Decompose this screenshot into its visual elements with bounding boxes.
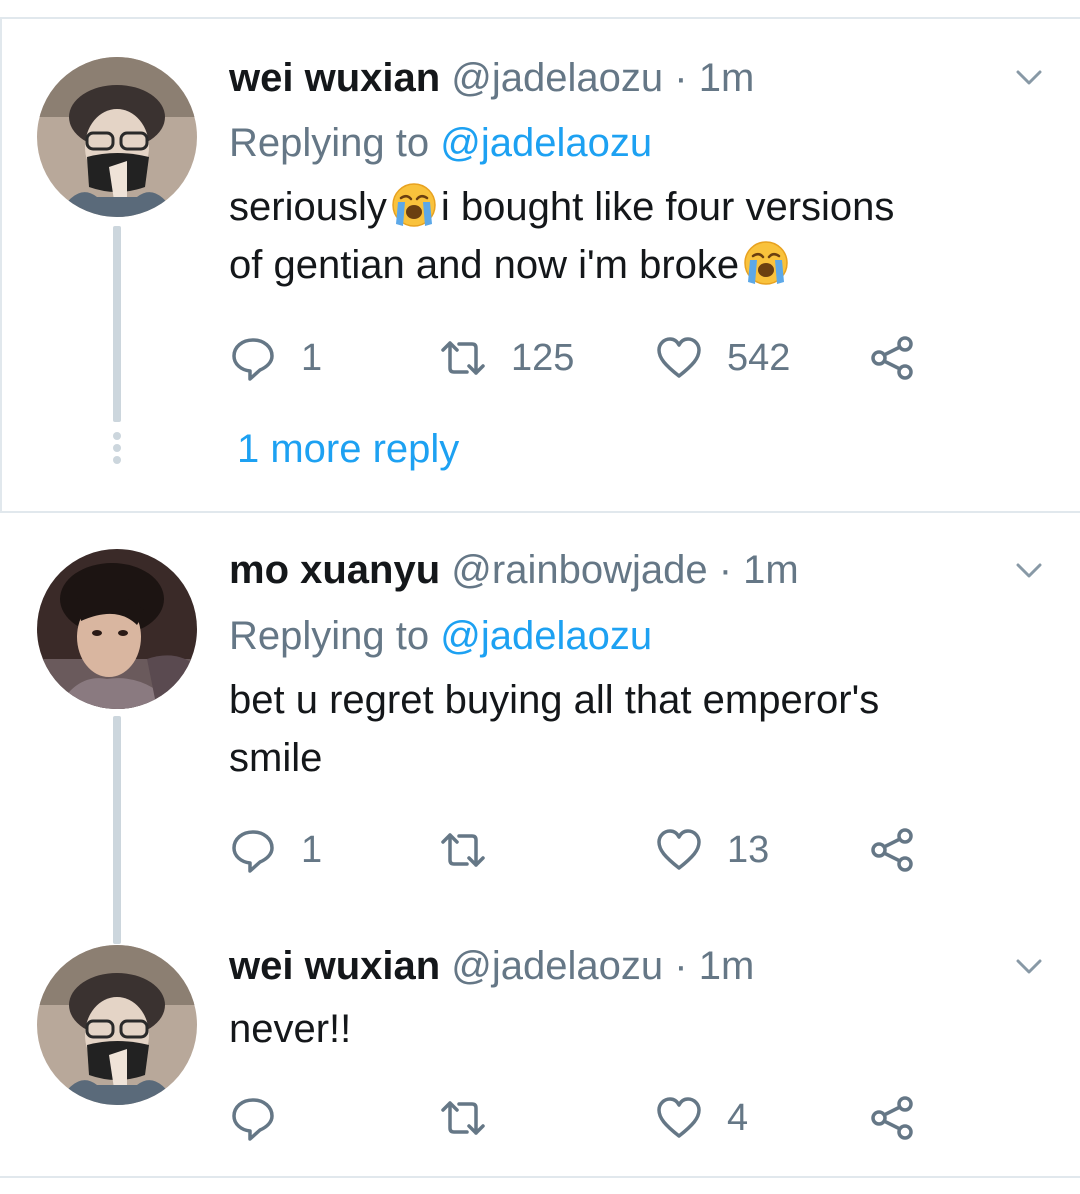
replying-to: Replying to @jadelaozu [229, 611, 652, 661]
chevron-down-icon[interactable] [1014, 62, 1044, 92]
display-name[interactable]: mo xuanyu [229, 548, 440, 592]
display-name[interactable]: wei wuxian [229, 56, 440, 100]
avatar-photo [37, 549, 197, 709]
username[interactable]: @jadelaozu [451, 56, 663, 100]
like-icon [657, 1097, 701, 1138]
retweet-icon [441, 1101, 485, 1135]
username[interactable]: @jadelaozu [451, 944, 663, 988]
timestamp[interactable]: 1m [743, 548, 799, 592]
thread-more-indicator [113, 432, 121, 468]
replying-mention[interactable]: @jadelaozu [440, 614, 652, 658]
share-icon [871, 1096, 913, 1140]
thread-line [113, 716, 121, 944]
share-button[interactable] [869, 1090, 917, 1146]
tweet-header: mo xuanyu @rainbowjade · 1m [229, 545, 799, 595]
like-button[interactable]: 542 [655, 330, 790, 386]
share-icon [871, 336, 913, 380]
like-count: 4 [727, 1096, 749, 1139]
bottom-divider [0, 1176, 1080, 1178]
share-button[interactable] [869, 330, 917, 386]
retweet-count: 125 [511, 336, 575, 379]
retweet-button[interactable]: 125 [439, 330, 574, 386]
separator: · [674, 944, 688, 988]
avatar[interactable] [37, 945, 197, 1105]
middle-divider [0, 511, 1080, 513]
reply-button[interactable]: 1 [229, 330, 322, 386]
replying-prefix: Replying to [229, 121, 430, 165]
chevron-down-icon[interactable] [1014, 951, 1044, 981]
tweet-header: wei wuxian @jadelaozu · 1m [229, 941, 754, 991]
like-count: 13 [727, 828, 770, 871]
retweet-button[interactable] [439, 1090, 511, 1146]
share-icon [871, 828, 913, 872]
tweet-text-part: seriously [229, 185, 387, 229]
avatar[interactable] [37, 57, 197, 217]
left-border [0, 18, 2, 512]
tweet-text-line: never!! [229, 1007, 352, 1051]
avatar[interactable] [37, 549, 197, 709]
reply-icon [232, 1098, 274, 1141]
tweet-actions: 1 13 [229, 822, 949, 878]
avatar-photo [37, 57, 197, 217]
tweet-text: bet u regret buying all that emperor's s… [229, 671, 1029, 787]
like-button[interactable]: 4 [655, 1090, 748, 1146]
tweet-header: wei wuxian @jadelaozu · 1m [229, 53, 754, 103]
top-divider [0, 17, 1080, 19]
username[interactable]: @rainbowjade [451, 548, 707, 592]
replying-to: Replying to @jadelaozu [229, 118, 652, 168]
tweet-actions: 1 125 542 [229, 330, 949, 386]
tweet-text-part: i bought like four versions [440, 185, 895, 229]
reply-button[interactable]: 1 [229, 822, 322, 878]
tweet-text: seriously i bought like four versions of… [229, 178, 1029, 294]
like-count: 542 [727, 336, 791, 379]
more-replies-link[interactable]: 1 more reply [237, 424, 459, 474]
tweet-text-part: of gentian and now i'm broke [229, 243, 740, 287]
timestamp[interactable]: 1m [699, 944, 755, 988]
replying-prefix: Replying to [229, 614, 430, 658]
reply-count: 1 [301, 828, 323, 871]
retweet-button[interactable] [439, 822, 511, 878]
separator: · [718, 548, 733, 592]
reply-icon [232, 830, 274, 873]
like-icon [657, 337, 701, 378]
tweet-text-line: smile [229, 736, 323, 780]
loudly-crying-face-icon [392, 183, 436, 227]
reply-button[interactable] [229, 1090, 301, 1146]
share-button[interactable] [869, 822, 917, 878]
timestamp[interactable]: 1m [699, 56, 755, 100]
avatar-photo [37, 945, 197, 1105]
chevron-down-icon[interactable] [1014, 555, 1044, 585]
thread-line [113, 226, 121, 422]
like-button[interactable]: 13 [655, 822, 769, 878]
reply-count: 1 [301, 336, 323, 379]
reply-icon [232, 338, 274, 381]
tweet-text-line: bet u regret buying all that emperor's [229, 678, 880, 722]
tweet-text: never!! [229, 1000, 1029, 1058]
separator: · [674, 56, 688, 100]
retweet-icon [441, 341, 485, 375]
tweet-actions: 4 [229, 1090, 949, 1146]
like-icon [657, 829, 701, 870]
retweet-icon [441, 833, 485, 867]
replying-mention[interactable]: @jadelaozu [440, 121, 652, 165]
display-name[interactable]: wei wuxian [229, 944, 440, 988]
loudly-crying-face-icon [744, 241, 788, 285]
